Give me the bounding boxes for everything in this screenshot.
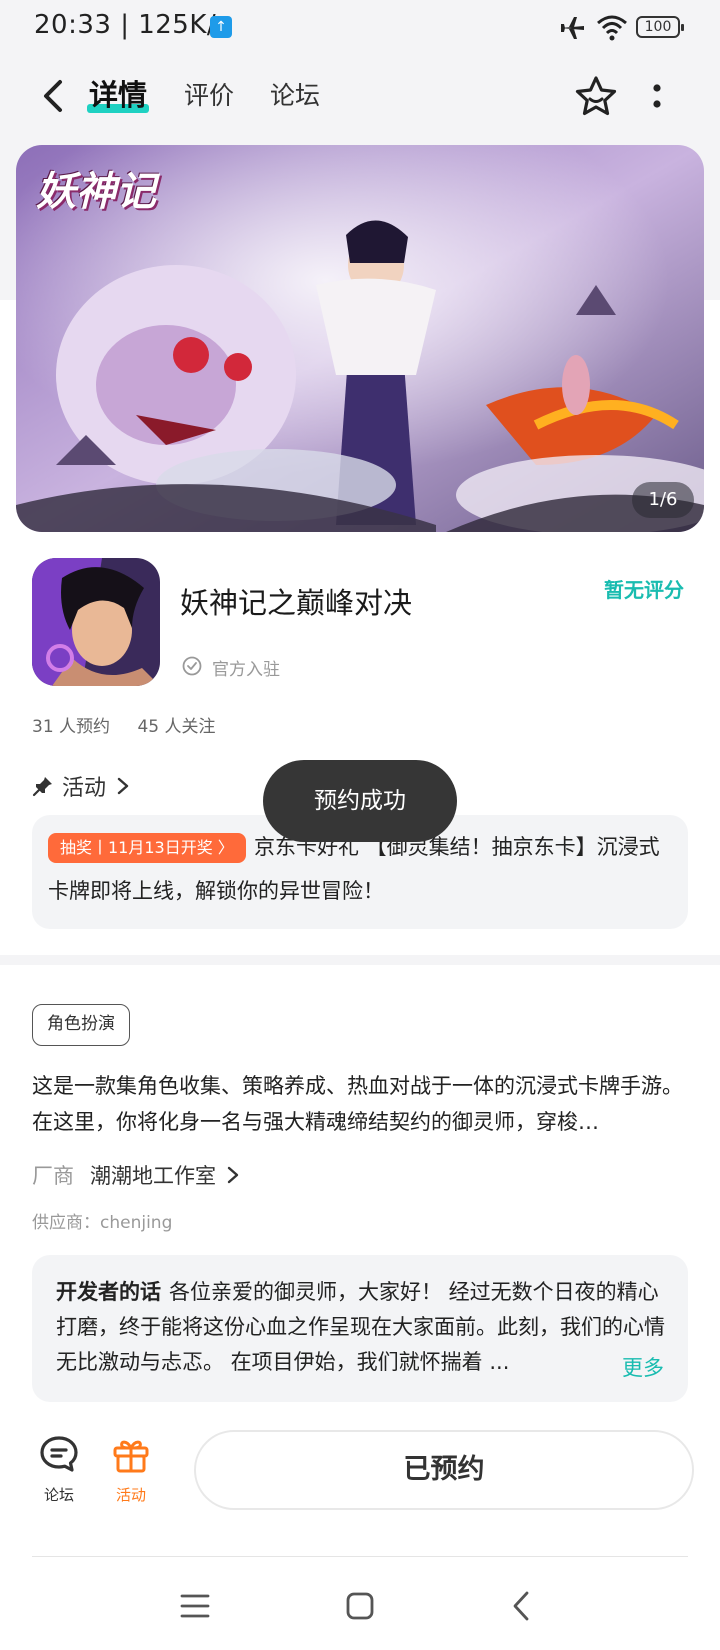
carousel-counter: 1/6: [632, 482, 694, 518]
back-icon[interactable]: [505, 1588, 541, 1624]
app-stats: 31 人预约 45 人关注: [32, 712, 238, 737]
vendor-name: 潮潮地工作室: [90, 1164, 216, 1188]
section-divider: [0, 955, 720, 965]
app-title: 妖神记之巅峰对决: [180, 586, 413, 620]
genre-tag[interactable]: 角色扮演: [32, 1004, 130, 1046]
system-nav-divider: [32, 1556, 688, 1557]
reservation-count: 31 人预约: [32, 717, 111, 737]
top-nav: 详情 评价 论坛: [0, 56, 720, 140]
toast-message: 预约成功: [263, 760, 457, 842]
vendor-label: 厂商: [32, 1164, 74, 1188]
verified-check-icon: [182, 656, 202, 676]
tab-forum[interactable]: 论坛: [270, 76, 320, 112]
activity-section-header[interactable]: 活动: [32, 770, 130, 802]
supplier-info: 供应商：chenjing: [32, 1213, 173, 1233]
more-options-icon[interactable]: [650, 80, 664, 114]
game-description[interactable]: 这是一款集角色收集、策略养成、热血对战于一体的沉浸式卡牌手游。在这里，你将化身一…: [32, 1068, 688, 1140]
reserved-button[interactable]: 已预约: [194, 1430, 694, 1510]
screenshot-carousel[interactable]: 妖神记 1/6: [16, 145, 704, 532]
app-icon: [32, 558, 160, 686]
vendor-row[interactable]: 厂商 潮潮地工作室: [32, 1160, 240, 1190]
developer-note-card[interactable]: 开发者的话 各位亲爱的御灵师，大家好！ 经过无数个日夜的精心打磨，终于能将这份心血…: [32, 1255, 688, 1402]
gift-icon: [113, 1440, 149, 1473]
lottery-tag[interactable]: 抽奖丨11月13日开奖 〉: [48, 833, 246, 863]
game-logo: 妖神记: [36, 168, 156, 215]
status-time: 20:33 | 125K/s: [34, 10, 231, 40]
chat-bubble-icon: [40, 1436, 78, 1472]
follower-count: 45 人关注: [137, 717, 216, 737]
tab-reviews[interactable]: 评价: [184, 76, 234, 112]
upload-badge-icon: ↑: [210, 16, 232, 38]
system-navigation-bar: [0, 1560, 720, 1650]
activity-section-label: 活动: [62, 776, 107, 801]
activity-action[interactable]: 活动: [96, 1432, 166, 1505]
menu-icon[interactable]: [177, 1588, 213, 1624]
official-label: 官方入驻: [212, 660, 280, 680]
airplane-mode-icon: [560, 17, 584, 39]
pin-icon: [32, 777, 52, 797]
home-icon[interactable]: [342, 1588, 378, 1624]
bottom-action-bar: 论坛 活动 已预约: [0, 1418, 720, 1538]
more-link[interactable]: 更多: [616, 1352, 664, 1382]
developer-note-title: 开发者的话: [56, 1280, 161, 1304]
back-arrow-icon[interactable]: [36, 74, 72, 118]
chevron-right-icon: [227, 1166, 239, 1184]
activity-action-label: 活动: [115, 1486, 146, 1504]
forum-label: 论坛: [43, 1486, 74, 1504]
chevron-right-icon: [117, 777, 129, 795]
forum-action[interactable]: 论坛: [24, 1432, 94, 1505]
favorite-star-icon[interactable]: [573, 74, 619, 120]
battery-indicator: 100: [636, 16, 684, 38]
rating-status[interactable]: 暂无评分: [604, 574, 684, 603]
status-bar: 20:33 | 125K/s ↑ 100: [0, 0, 720, 56]
tab-details[interactable]: 详情: [89, 72, 147, 114]
developer-note: 开发者的话 各位亲爱的御灵师，大家好！ 经过无数个日夜的精心打磨，终于能将这份心血…: [56, 1275, 666, 1380]
wifi-icon: [597, 15, 627, 41]
